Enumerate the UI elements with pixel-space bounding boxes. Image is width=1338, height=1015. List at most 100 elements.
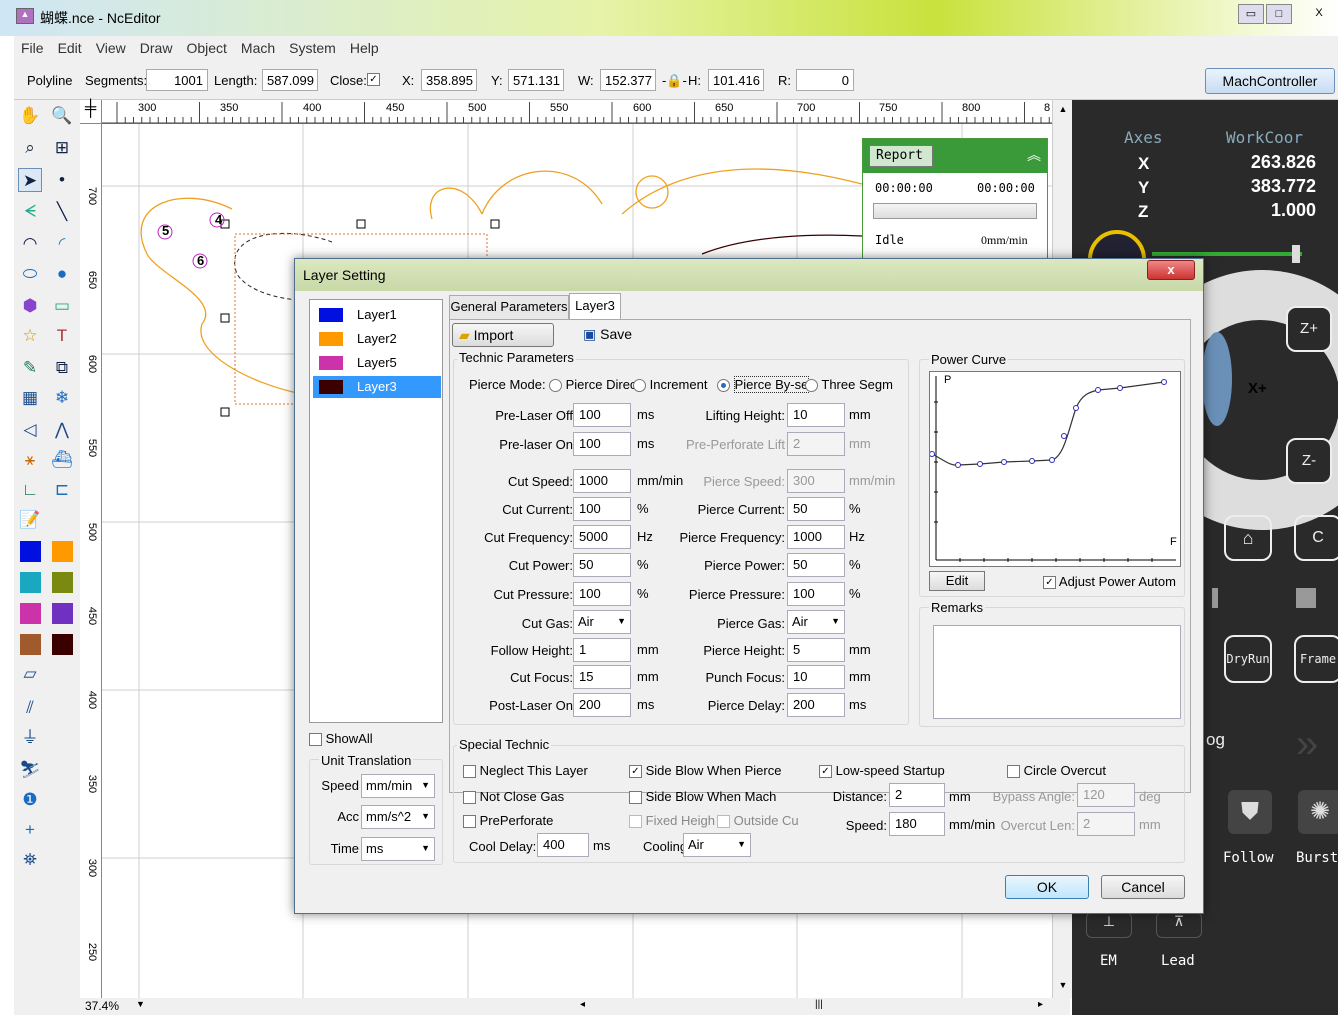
text-icon[interactable]: T	[50, 324, 74, 348]
menu-mach[interactable]: Mach	[234, 36, 282, 56]
home-icon[interactable]: ⌂	[1224, 515, 1272, 561]
outside-cut-checkbox[interactable]: Outside Cu	[717, 813, 799, 829]
import-button[interactable]: ▰ Import	[452, 323, 554, 347]
color-swatch-blue[interactable]	[20, 541, 41, 562]
pierce-mode-increment[interactable]: Increment	[633, 377, 707, 393]
pierce-power-input[interactable]: 50	[787, 553, 845, 577]
bypass-angle-input[interactable]: 120	[1077, 783, 1135, 807]
punch-focus-input[interactable]: 10	[787, 665, 845, 689]
menu-system[interactable]: System	[282, 36, 343, 56]
layer-item[interactable]: Layer2	[313, 328, 441, 350]
pan-hand-icon[interactable]: ✋	[18, 104, 42, 128]
stop-icon[interactable]	[1296, 588, 1316, 608]
pierce-speed-input[interactable]: 300	[787, 469, 845, 493]
remarks-textarea[interactable]	[933, 625, 1181, 719]
select-arrow-icon[interactable]: ➤	[18, 168, 42, 192]
pre-laser-off-input[interactable]: 100	[573, 403, 631, 427]
not-close-gas-checkbox[interactable]: Not Close Gas	[463, 789, 564, 805]
circle-icon[interactable]: ●	[50, 262, 74, 286]
report-button[interactable]: Report	[869, 145, 933, 167]
cut-frequency-input[interactable]: 5000	[573, 525, 631, 549]
edit-curve-button[interactable]: Edit	[929, 571, 985, 591]
layer-item[interactable]: Layer5	[313, 352, 441, 374]
length-field[interactable]: 587.099	[262, 69, 318, 91]
cut-power-input[interactable]: 50	[573, 553, 631, 577]
color-swatch-magenta[interactable]	[20, 603, 41, 624]
adjust-power-checkbox[interactable]: ✓ Adjust Power Autom	[1043, 574, 1176, 590]
pierce-mode-bystep[interactable]: Pierce By-se	[717, 376, 810, 393]
x-field[interactable]: 358.895	[421, 69, 477, 91]
pierce-gas-select[interactable]: Air	[787, 610, 845, 634]
zoom-select-icon[interactable]: ⌕	[18, 136, 42, 160]
follow-icon[interactable]: ⛊	[1228, 790, 1272, 834]
c-button[interactable]: C	[1294, 515, 1338, 561]
h-field[interactable]: 101.416	[708, 69, 764, 91]
preperforate-checkbox[interactable]: PrePerforate	[463, 813, 553, 829]
menu-draw[interactable]: Draw	[133, 36, 180, 56]
scroll-left-icon[interactable]: ◂	[580, 999, 585, 1010]
color-swatch-orange[interactable]	[52, 541, 73, 562]
array-icon[interactable]: ▦	[18, 386, 42, 410]
bracket-icon[interactable]: ⊏	[50, 478, 74, 502]
side-blow-pierce-checkbox[interactable]: ✓ Side Blow When Pierce	[629, 763, 781, 779]
w-field[interactable]: 152.377	[600, 69, 656, 91]
mirror-icon[interactable]: ⋀	[50, 418, 74, 442]
polygon-icon[interactable]: ⬢	[18, 294, 42, 318]
boat-icon[interactable]: ⛴	[50, 448, 74, 472]
arc-3pt-icon[interactable]: ◜	[50, 232, 74, 256]
segments-field[interactable]: 1001	[146, 69, 208, 91]
menu-object[interactable]: Object	[179, 36, 233, 56]
arc-icon[interactable]: ◠	[18, 232, 42, 256]
layer-item-selected[interactable]: Layer3	[313, 376, 441, 398]
save-button[interactable]: ▣ Save	[583, 326, 632, 343]
color-swatch-darkred[interactable]	[52, 634, 73, 655]
scroll-thumb[interactable]: |||	[815, 999, 823, 1010]
crosshair-icon[interactable]: +	[18, 818, 42, 842]
measure-icon[interactable]: ✎	[18, 356, 42, 380]
cut-current-input[interactable]: 100	[573, 497, 631, 521]
zoom-icon[interactable]: 🔍	[50, 104, 74, 128]
startup-speed-input[interactable]: 180	[889, 812, 945, 836]
layer-item[interactable]: Layer1	[313, 304, 441, 326]
pierce-pressure-input[interactable]: 100	[787, 582, 845, 606]
tab-general-parameters[interactable]: General Parameters	[449, 295, 569, 319]
close-window-button[interactable]: X	[1302, 4, 1336, 24]
pre-perforate-lift-input[interactable]: 2	[787, 432, 845, 456]
line-icon[interactable]: ╲	[50, 200, 74, 224]
scroll-down-icon[interactable]: ▼	[1055, 980, 1071, 994]
lead-icon[interactable]: ⛷	[18, 758, 42, 782]
zoom-dropdown-icon[interactable]: ▼	[136, 999, 145, 1009]
speed-unit-select[interactable]: mm/min	[361, 774, 435, 798]
star-icon[interactable]: ☆	[18, 324, 42, 348]
zoom-fit-icon[interactable]: ⊞	[50, 136, 74, 160]
follow-height-input[interactable]: 1	[573, 638, 631, 662]
cancel-button[interactable]: Cancel	[1101, 875, 1185, 899]
tab-layer3[interactable]: Layer3	[569, 293, 621, 320]
color-swatch-cyan[interactable]	[20, 572, 41, 593]
cut-focus-input[interactable]: 15	[573, 665, 631, 689]
image-icon[interactable]: ⧉	[50, 356, 74, 380]
ellipse-icon[interactable]: ⬭	[18, 262, 42, 286]
dryrun-button[interactable]: DryRun	[1224, 635, 1272, 683]
snowflake-icon[interactable]: ❄	[50, 386, 74, 410]
distance-input[interactable]: 2	[889, 783, 945, 807]
power-curve-chart[interactable]: P F	[929, 371, 1181, 567]
fixed-height-checkbox[interactable]: Fixed Heigh	[629, 813, 715, 829]
color-swatch-olive[interactable]	[52, 572, 73, 593]
flip-icon[interactable]: ◁	[18, 418, 42, 442]
mach-controller-button[interactable]: MachController	[1205, 68, 1335, 94]
pierce-height-input[interactable]: 5	[787, 638, 845, 662]
menu-view[interactable]: View	[89, 36, 133, 56]
lock-ratio-icon[interactable]: -🔒-	[662, 73, 687, 89]
cool-delay-input[interactable]: 400	[537, 833, 589, 857]
pierce-mode-three-segment[interactable]: Three Segm	[805, 377, 893, 393]
close-checkbox[interactable]: ✓	[367, 73, 380, 86]
post-laser-on-input[interactable]: 200	[573, 693, 631, 717]
minimize-button[interactable]: ▭	[1238, 4, 1264, 24]
side-blow-mach-checkbox[interactable]: Side Blow When Mach	[629, 789, 776, 805]
z-minus-button[interactable]: Z-	[1286, 438, 1332, 484]
menu-edit[interactable]: Edit	[51, 36, 89, 56]
torch-icon[interactable]: ⏚	[18, 726, 42, 750]
maximize-button[interactable]: □	[1266, 4, 1292, 24]
pierce-current-input[interactable]: 50	[787, 497, 845, 521]
